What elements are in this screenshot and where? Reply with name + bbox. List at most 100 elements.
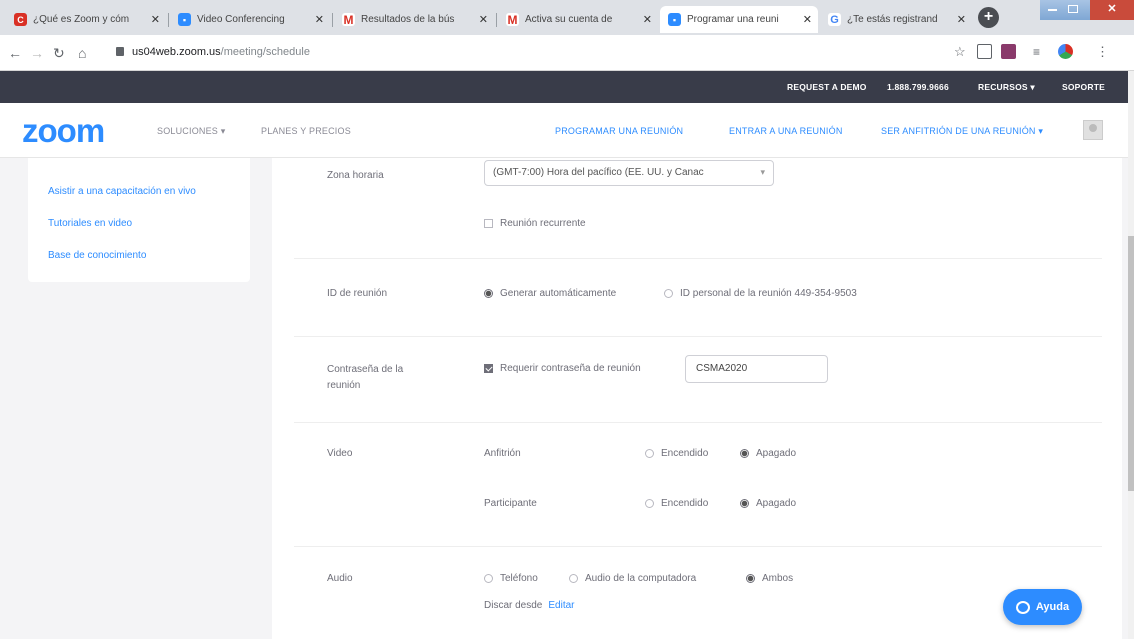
radio-selected-icon — [484, 289, 493, 298]
chat-bubble-icon — [1015, 600, 1030, 614]
lock-icon — [116, 47, 124, 56]
video-participant-on-radio[interactable]: Encendido — [645, 498, 708, 509]
require-password-checkbox[interactable]: Requerir contraseña de reunión — [484, 363, 641, 374]
zoom-main-nav: zoom SOLUCIONES ▾ PLANES Y PRECIOS PROGR… — [0, 103, 1128, 158]
close-tab-icon[interactable]: ✕ — [957, 13, 966, 26]
extension-icon[interactable] — [977, 44, 992, 59]
gmail-icon: M — [342, 12, 355, 27]
sidebar-resources: Asistir a una capacitación en vivo Tutor… — [28, 158, 250, 282]
tab-separator — [496, 13, 497, 27]
close-tab-icon[interactable]: ✕ — [803, 13, 812, 26]
schedule-meeting-link[interactable]: PROGRAMAR UNA REUNIÓN — [555, 126, 683, 136]
radio-icon — [569, 574, 578, 583]
sidebar-link-knowledge-base[interactable]: Base de conocimiento — [48, 250, 146, 261]
request-demo-link[interactable]: REQUEST A DEMO — [787, 82, 867, 92]
close-tab-icon[interactable]: ✕ — [479, 13, 488, 26]
close-tab-icon[interactable]: ✕ — [643, 13, 652, 26]
video-participant-off-radio[interactable]: Apagado — [740, 498, 796, 509]
extension-icon[interactable] — [1001, 44, 1016, 59]
resources-menu[interactable]: RECURSOS ▾ — [978, 82, 1035, 93]
scrollbar-thumb[interactable] — [1128, 236, 1134, 491]
tab-separator — [332, 13, 333, 27]
close-tab-icon[interactable]: ✕ — [151, 13, 160, 26]
radio-selected-icon — [746, 574, 755, 583]
sidebar-link-live-training[interactable]: Asistir a una capacitación en vivo — [48, 186, 196, 197]
radio-selected-icon — [740, 449, 749, 458]
divider — [294, 336, 1102, 337]
audio-label: Audio — [327, 573, 353, 584]
radio-selected-icon — [740, 499, 749, 508]
timezone-label: Zona horaria — [327, 170, 384, 181]
video-label: Video — [327, 448, 353, 459]
reading-list-icon[interactable]: ≡ — [1033, 44, 1040, 60]
browser-tab-strip: C ¿Qué es Zoom y cóm ✕ ▪ Video Conferenc… — [0, 0, 1134, 35]
checkbox-checked-icon — [484, 364, 493, 373]
profile-icon[interactable] — [1058, 44, 1073, 59]
zoom-icon: ▪ — [668, 13, 681, 26]
reload-icon[interactable]: ↻ — [53, 45, 65, 61]
radio-icon — [484, 574, 493, 583]
audio-both-radio[interactable]: Ambos — [746, 573, 793, 584]
radio-icon — [645, 499, 654, 508]
browser-tab[interactable]: M Activa su cuenta de ✕ — [498, 6, 658, 33]
solutions-menu[interactable]: SOLUCIONES ▾ — [157, 126, 225, 137]
gmail-icon: M — [506, 12, 519, 27]
zoom-top-bar: REQUEST A DEMO 1.888.799.9666 RECURSOS ▾… — [0, 71, 1128, 103]
host-meeting-menu[interactable]: SER ANFITRIÓN DE UNA REUNIÓN ▾ — [881, 126, 1043, 137]
menu-icon[interactable]: ⋮ — [1096, 44, 1109, 60]
sidebar-link-video-tutorials[interactable]: Tutoriales en video — [48, 218, 132, 229]
c-icon: C — [14, 13, 27, 26]
zoom-icon: ▪ — [178, 13, 191, 26]
avatar[interactable] — [1083, 120, 1103, 140]
password-label: Contraseña de la reunión — [327, 364, 404, 391]
close-window-button[interactable]: ✕ — [1090, 0, 1134, 20]
minimize-icon[interactable] — [1048, 9, 1057, 11]
back-icon[interactable]: ← — [8, 45, 22, 61]
recurring-meeting-checkbox[interactable]: Reunión recurrente — [484, 218, 586, 229]
meeting-id-auto-radio[interactable]: Generar automáticamente — [484, 288, 616, 299]
dial-from-row: Discar desde Editar — [484, 600, 575, 611]
browser-tab[interactable]: C ¿Qué es Zoom y cóm ✕ — [6, 6, 166, 33]
maximize-icon[interactable] — [1068, 5, 1078, 13]
home-icon[interactable]: ⌂ — [78, 45, 86, 61]
radio-icon — [664, 289, 673, 298]
zoom-logo[interactable]: zoom — [22, 114, 105, 147]
bookmark-star-icon[interactable]: ☆ — [954, 44, 966, 60]
edit-dial-link[interactable]: Editar — [548, 600, 574, 611]
divider — [294, 422, 1102, 423]
radio-icon — [645, 449, 654, 458]
meeting-id-personal-radio[interactable]: ID personal de la reunión 449-354-9503 — [664, 288, 857, 299]
plans-pricing-link[interactable]: PLANES Y PRECIOS — [261, 126, 351, 136]
join-meeting-link[interactable]: ENTRAR A UNA REUNIÓN — [729, 126, 843, 136]
timezone-select[interactable]: (GMT-7:00) Hora del pacífico (EE. UU. y … — [484, 160, 774, 186]
video-host-on-radio[interactable]: Encendido — [645, 448, 708, 459]
url-text: us04web.zoom.us/meeting/schedule — [132, 46, 310, 58]
audio-phone-radio[interactable]: Teléfono — [484, 573, 538, 584]
close-tab-icon[interactable]: ✕ — [315, 13, 324, 26]
support-link[interactable]: SOPORTE — [1062, 82, 1105, 92]
checkbox-icon — [484, 219, 493, 228]
browser-tab[interactable]: ▪ Video Conferencing ✕ — [170, 6, 330, 33]
browser-toolbar: ← → ↻ ⌂ us04web.zoom.us/meeting/schedule… — [0, 35, 1134, 71]
video-host-off-radio[interactable]: Apagado — [740, 448, 796, 459]
browser-tab-active[interactable]: ▪ Programar una reuni ✕ — [660, 6, 818, 33]
browser-tab[interactable]: G ¿Te estás registrand ✕ — [820, 6, 972, 33]
divider — [294, 258, 1102, 259]
meeting-id-label: ID de reunión — [327, 288, 388, 299]
schedule-form: Zona horaria (GMT-7:00) Hora del pacífic… — [272, 158, 1122, 639]
page-scrollbar[interactable] — [1128, 71, 1134, 639]
audio-computer-radio[interactable]: Audio de la computadora — [569, 573, 696, 584]
divider — [294, 546, 1102, 547]
browser-tab[interactable]: M Resultados de la bús ✕ — [334, 6, 494, 33]
video-host-label: Anfitrión — [484, 448, 521, 459]
chevron-down-icon: ▾ — [760, 167, 765, 177]
new-tab-button[interactable]: + — [978, 7, 999, 28]
window-controls: ✕ — [1040, 0, 1134, 20]
phone-link[interactable]: 1.888.799.9666 — [887, 82, 949, 92]
address-bar[interactable]: us04web.zoom.us/meeting/schedule — [112, 41, 932, 65]
google-icon: G — [828, 13, 841, 26]
password-input[interactable]: CSMA2020 — [685, 355, 828, 383]
forward-icon[interactable]: → — [30, 45, 44, 61]
video-participant-label: Participante — [484, 498, 537, 509]
help-button[interactable]: Ayuda — [1003, 589, 1082, 625]
